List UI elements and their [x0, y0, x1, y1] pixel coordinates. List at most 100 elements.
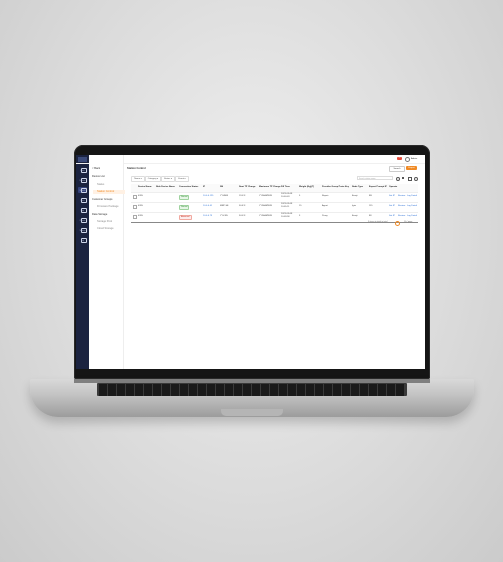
refresh-icon[interactable]: [396, 177, 400, 181]
set-ip-link[interactable]: Set IP: [389, 205, 395, 207]
nav-label: Home: [80, 171, 85, 172]
set-ip-link[interactable]: Set IP: [389, 215, 395, 217]
column-header: Device Name: [138, 186, 152, 188]
column-header: SN: [220, 186, 224, 188]
nav-item-settings[interactable]: Settings: [78, 227, 87, 233]
fill-time: 2023-03-08 10:00:43: [281, 193, 293, 198]
export-prompt: 115: [369, 205, 373, 207]
device-name: 4265: [138, 215, 143, 217]
max-charge: YYZA4MWW: [259, 215, 272, 217]
weight: 5: [299, 195, 301, 197]
nav-item-home[interactable]: Home: [78, 167, 87, 173]
start-charge: 19.0°F: [239, 195, 246, 197]
log-detail-link[interactable]: Log Detail: [407, 195, 417, 197]
nav-item-devices[interactable]: Devices: [78, 177, 87, 183]
submenu-item[interactable]: Cloud Storage: [97, 227, 114, 230]
fullscreen-icon[interactable]: [408, 177, 412, 181]
review-link[interactable]: Review: [398, 215, 405, 217]
laptop-trackpad: [221, 409, 283, 416]
log-detail-link[interactable]: Log Detail: [407, 205, 417, 207]
device-name: 4265: [138, 205, 143, 207]
page-number[interactable]: 1: [395, 220, 400, 226]
status-badge: Abnormal: [179, 215, 192, 220]
serial-number: YYV-B5: [220, 215, 228, 217]
fill-time: 2023-03-08 10:05:11: [281, 203, 293, 208]
export-prompt: 8B: [369, 195, 372, 197]
submenu-item[interactable]: Firmware Package: [97, 205, 119, 208]
weight: 3: [299, 215, 301, 217]
nav-label: Network: [79, 191, 86, 192]
column-header: Export Prompt IP: [369, 186, 387, 188]
node-type: Igris: [352, 205, 357, 207]
column-header: Node Type: [352, 186, 364, 188]
start-charge: 50.6°F: [239, 205, 246, 207]
row-checkbox[interactable]: [133, 215, 137, 219]
submenu-item[interactable]: Storage Pool: [97, 220, 112, 223]
top-header: HANSUS 12 Admin: [76, 155, 425, 164]
set-ip-link[interactable]: Set IP: [389, 195, 395, 197]
nav-label: Settings: [79, 231, 86, 232]
nav-item-reports[interactable]: Reports: [78, 217, 87, 223]
page-title: Station Control: [127, 167, 146, 170]
start-charge: 34.0°F: [239, 215, 246, 217]
node-type: Emoji: [352, 195, 358, 197]
column-header: IP: [203, 186, 206, 188]
page-size-select[interactable]: 10 / page: [404, 221, 412, 223]
max-charge: YYZA4MWW: [259, 205, 272, 207]
gear-icon[interactable]: [414, 177, 418, 181]
nav-item-logs[interactable]: Logs: [78, 207, 87, 213]
fill-time: 2023-03-08 10:09:58: [281, 213, 293, 218]
column-header: Maximum TP Charge: [259, 186, 281, 188]
submenu-item[interactable]: Data Storage: [92, 213, 107, 216]
status-badge: Normal: [179, 205, 190, 210]
column-header: Weight (Kg)(T): [299, 186, 315, 188]
export-button[interactable]: Export: [406, 166, 417, 170]
review-link[interactable]: Review: [398, 205, 405, 207]
device-name: 4265: [138, 195, 143, 197]
status-badge: Normal: [179, 195, 190, 200]
log-detail-link[interactable]: Log Detail: [407, 215, 417, 217]
node-type: Emoji: [352, 215, 358, 217]
max-charge: YYZA4MWW: [259, 195, 272, 197]
nav-item-help[interactable]: Help: [78, 237, 87, 243]
nav-label: Users: [80, 201, 85, 202]
filter-dropdown[interactable]: Status ▾: [161, 176, 175, 182]
column-header: Start TP Charge: [239, 186, 256, 188]
submenu-item[interactable]: Customer Groups: [92, 198, 112, 201]
submenu-item-active[interactable]: Station Control: [93, 190, 125, 194]
column-header: Connection Status: [179, 186, 199, 188]
nav-label: Devices: [79, 181, 86, 182]
submenu-item[interactable]: Device List: [92, 175, 105, 178]
nav-item-users[interactable]: Users: [78, 197, 87, 203]
user-menu[interactable]: Admin: [411, 158, 417, 160]
search-button[interactable]: Search: [389, 166, 405, 172]
back-link[interactable]: < Back: [92, 167, 100, 170]
secondary-menu: < Back Device List Status Station Contro…: [89, 155, 125, 369]
column-header: Provider Group Proto Key: [322, 186, 349, 188]
nav-item-network[interactable]: Network: [78, 187, 87, 193]
submenu-item[interactable]: Status: [97, 183, 104, 186]
nav-label: Help: [80, 241, 85, 242]
filter-dropdown[interactable]: Category ▾: [145, 176, 161, 182]
filter-dropdown[interactable]: Name ▾: [131, 176, 145, 182]
ip-link[interactable]: 10.0.0.125: [203, 195, 213, 197]
bell-icon[interactable]: [405, 157, 410, 162]
keyboard-row: [99, 393, 405, 396]
alert-badge[interactable]: 12: [397, 156, 402, 160]
serial-number: MRP-SE: [220, 205, 229, 207]
ip-link[interactable]: 10.0.0.73: [203, 215, 212, 217]
pagination-summary: 3 items in total in total: [368, 221, 388, 223]
row-checkbox[interactable]: [133, 205, 137, 209]
weight: 15: [299, 205, 302, 207]
provider-group: Proxy: [322, 215, 328, 217]
column-header: Fill Time: [281, 186, 290, 188]
review-link[interactable]: Review: [398, 195, 405, 197]
ip-link[interactable]: 10.0.0.41: [203, 205, 212, 207]
column-settings-icon[interactable]: [402, 177, 404, 179]
row-checkbox[interactable]: [133, 195, 137, 199]
column-header: Nick Device Name: [156, 186, 175, 188]
filter-dropdown[interactable]: Event ▾: [175, 176, 189, 182]
provider-group: Repair: [322, 195, 329, 197]
provider-group: Agent: [322, 205, 328, 207]
table-search-input[interactable]: Search station name: [357, 176, 393, 180]
